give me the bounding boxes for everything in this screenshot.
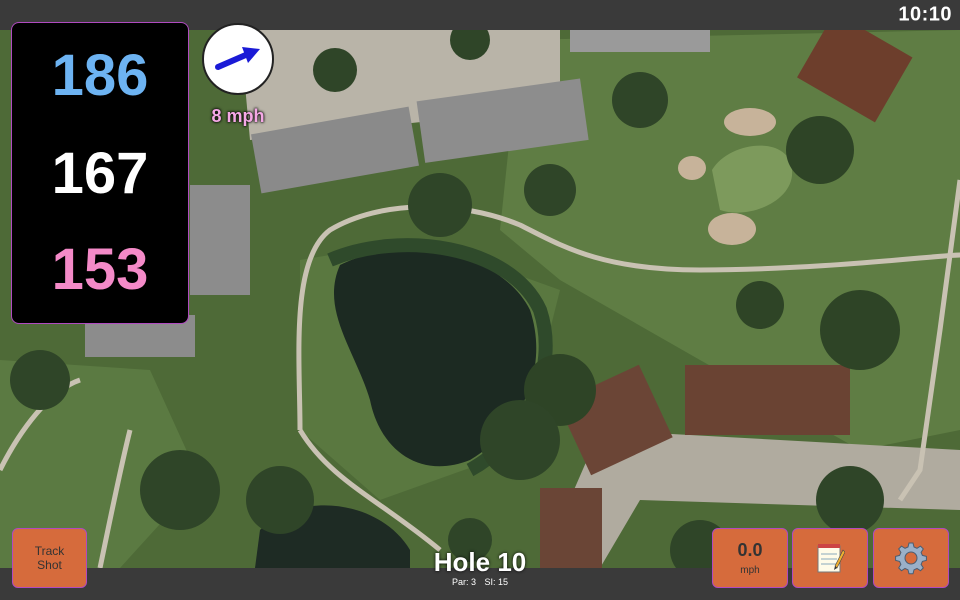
distance-panel: 186 167 153 [11,22,189,324]
speed-value: 0.0 [737,540,763,560]
wind-indicator [202,23,274,95]
clock: 10:10 [898,3,952,26]
hole-info: Par: 3 SI: 15 [452,577,508,587]
notes-button[interactable] [792,528,868,588]
track-shot-label-line2: Shot [37,558,62,572]
notepad-icon [817,544,845,573]
hole-par: Par: 3 [451,577,476,587]
back-distance: 186 [51,43,149,108]
track-shot-label-line1: Track [34,544,65,558]
hole-stroke-index: SI: 15 [484,577,509,587]
speed-unit: mph [740,565,760,576]
gear-icon [895,542,927,575]
speed-button[interactable]: 0.0 mph [712,528,788,588]
middle-distance: 167 [51,141,149,206]
track-shot-button[interactable]: Track Shot [12,528,87,588]
wind-arrow-icon [215,47,260,70]
settings-button[interactable] [873,528,949,588]
wind-speed-label: 8 mph [211,106,265,126]
hole-title: Hole 10 [433,547,527,577]
front-distance: 153 [51,237,149,302]
